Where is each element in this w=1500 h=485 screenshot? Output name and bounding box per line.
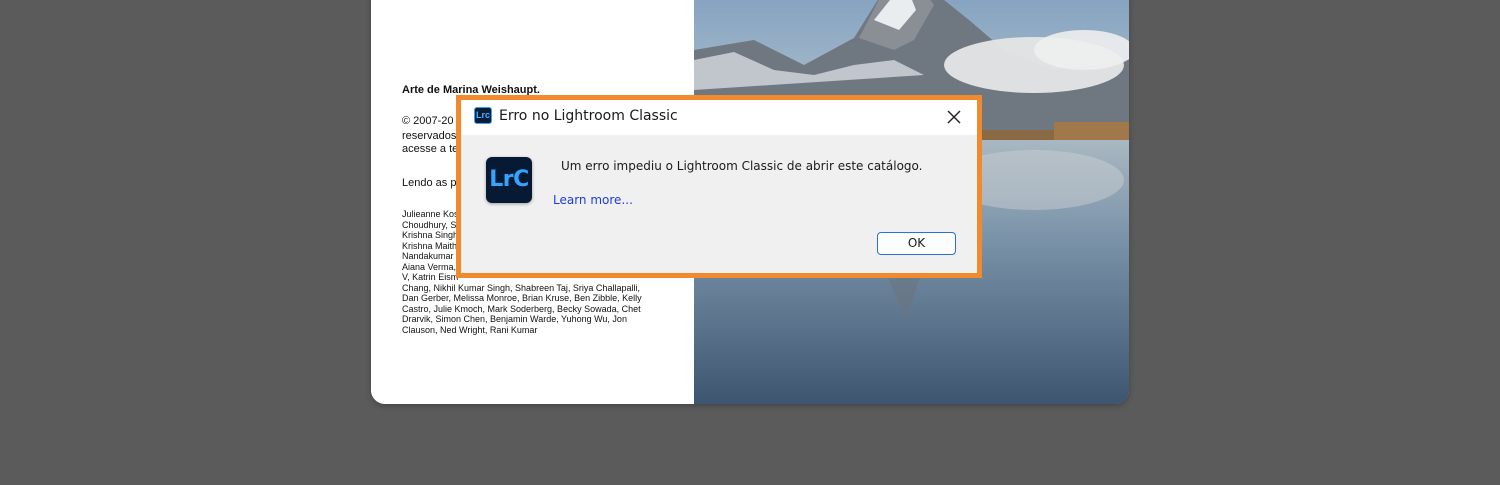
- loading-status: Lendo as p: [402, 177, 457, 189]
- contributors-line: Dan Gerber, Melissa Monroe, Brian Kruse,…: [402, 293, 642, 303]
- copyright-line-2: reservados: [402, 130, 457, 142]
- contributors-line: Clauson, Ned Wright, Rani Kumar: [402, 324, 538, 335]
- contributors-line: Castro, Julie Kmoch, Mark Soderberg, Bec…: [402, 303, 641, 314]
- contributors-line: Chang, Nikhil Kumar Singh, Shabreen Taj,…: [402, 282, 640, 293]
- copyright-line-1: © 2007-20: [402, 115, 454, 127]
- close-button[interactable]: [939, 104, 969, 130]
- ok-button[interactable]: OK: [877, 232, 956, 255]
- lightroom-app-icon: Lrc: [474, 107, 492, 124]
- error-dialog: Lrc Erro no Lightroom Classic LrC Um err…: [461, 100, 977, 273]
- dialog-title-bar[interactable]: Lrc Erro no Lightroom Classic: [461, 100, 977, 135]
- error-message: Um erro impediu o Lightroom Classic de a…: [561, 159, 923, 173]
- learn-more-link[interactable]: Learn more...: [553, 193, 633, 207]
- contributors-line: Drarvik, Simon Chen, Benjamin Warde, Yuh…: [402, 314, 627, 324]
- copyright-line-3: acesse a te: [402, 143, 459, 155]
- dialog-title: Erro no Lightroom Classic: [499, 108, 678, 124]
- close-icon: [947, 110, 961, 124]
- lightroom-classic-icon: LrC: [486, 157, 532, 203]
